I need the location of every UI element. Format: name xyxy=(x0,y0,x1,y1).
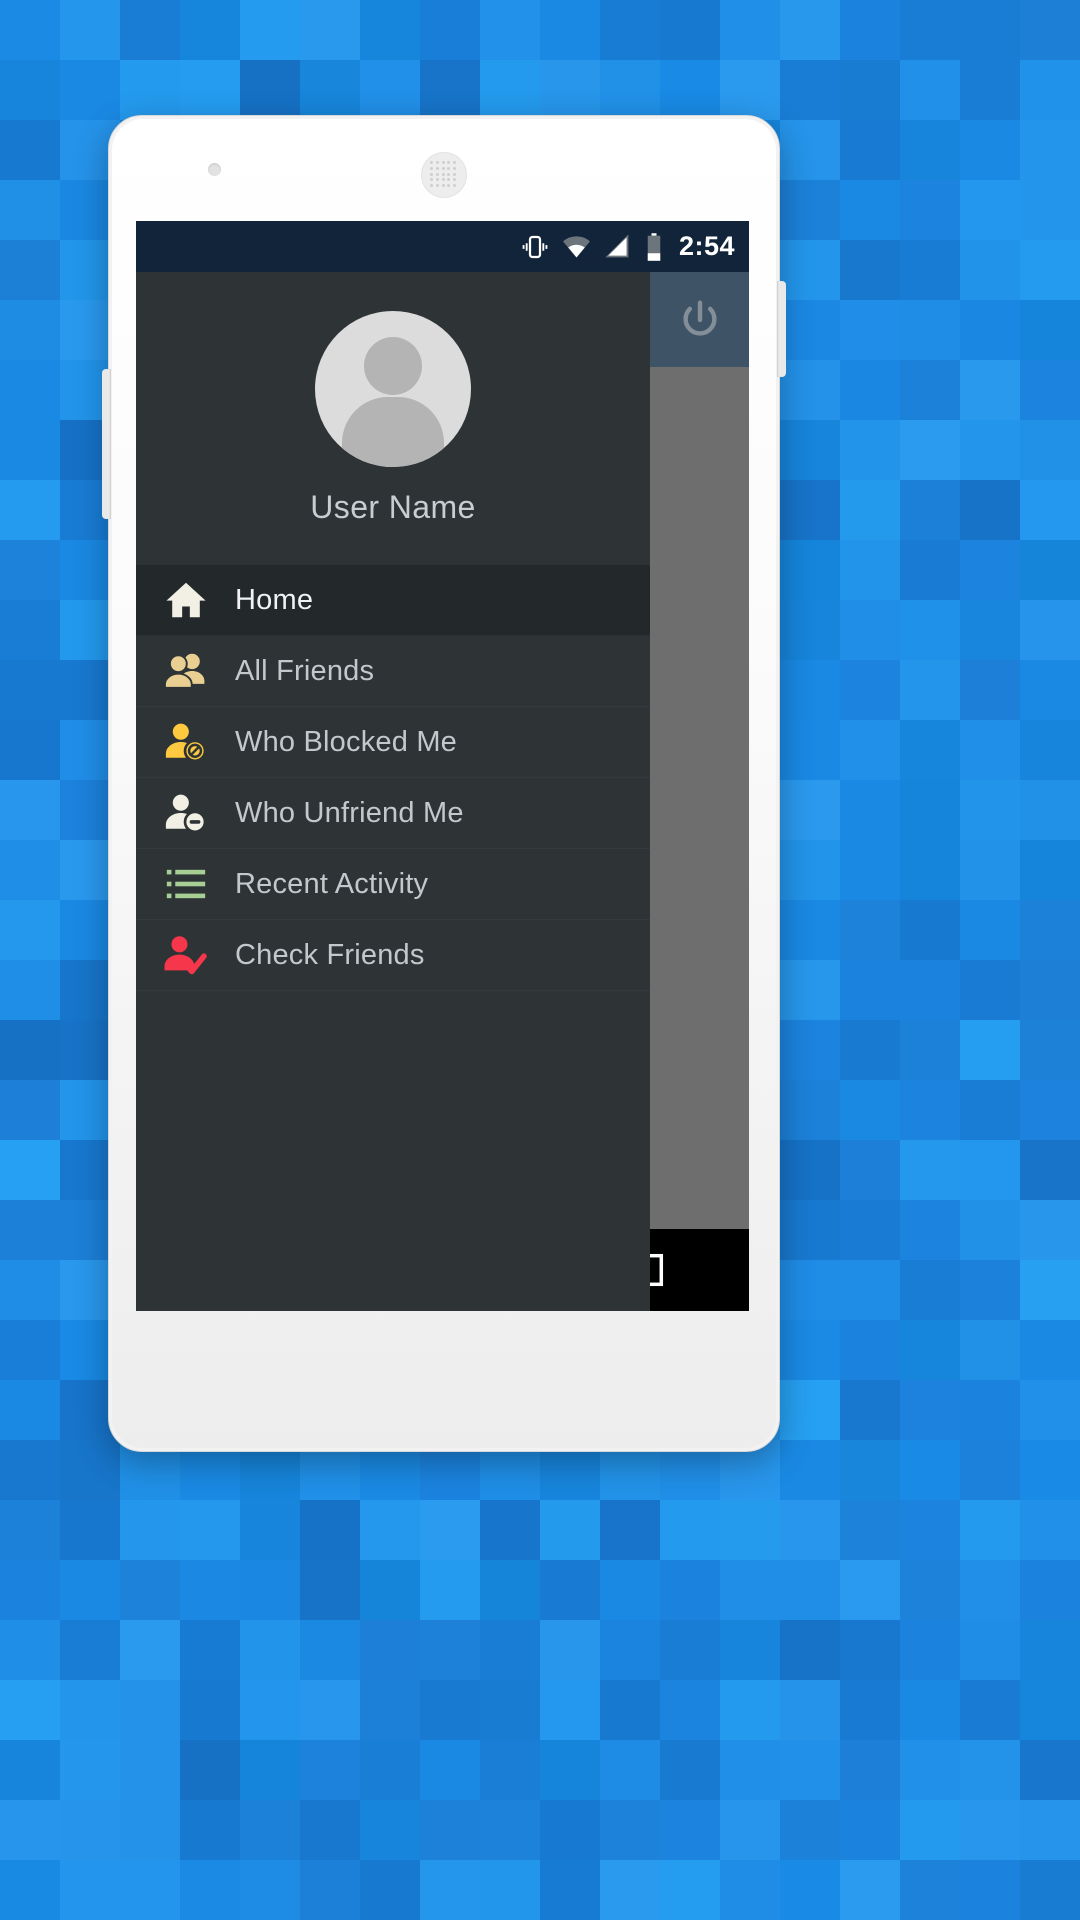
home-icon xyxy=(163,577,221,623)
menu-item-recent-activity[interactable]: Recent Activity xyxy=(136,849,650,920)
drawer-menu-list: Home All Friends Who Blocked Me Who Unfr… xyxy=(136,565,650,1311)
menu-item-label: Who Blocked Me xyxy=(235,725,457,758)
phone-device-frame: 2:54 User Name Home All Friends Who Bloc… xyxy=(102,115,786,1452)
avatar-body-shape xyxy=(342,397,444,467)
status-bar: 2:54 xyxy=(136,221,749,272)
all-friends-icon xyxy=(163,648,221,694)
menu-item-who-unfriend-me[interactable]: Who Unfriend Me xyxy=(136,778,650,849)
user-removed-icon xyxy=(163,790,221,836)
volume-button[interactable] xyxy=(102,369,111,519)
menu-item-all-friends[interactable]: All Friends xyxy=(136,636,650,707)
avatar-head-shape xyxy=(364,337,422,395)
user-check-icon xyxy=(163,932,221,978)
earpiece-speaker-icon xyxy=(421,152,467,198)
screen-content: User Name Home All Friends Who Blocked M… xyxy=(136,272,749,1311)
battery-icon xyxy=(643,232,665,262)
menu-item-check-friends[interactable]: Check Friends xyxy=(136,920,650,991)
menu-item-label: All Friends xyxy=(235,654,375,687)
wifi-icon xyxy=(561,231,592,262)
power-hardware-button[interactable] xyxy=(777,281,786,377)
navigation-drawer: User Name Home All Friends Who Blocked M… xyxy=(136,272,650,1311)
menu-item-who-blocked-me[interactable]: Who Blocked Me xyxy=(136,707,650,778)
menu-item-label: Recent Activity xyxy=(235,867,429,900)
user-name-label: User Name xyxy=(310,489,476,525)
menu-item-home[interactable]: Home xyxy=(136,565,650,636)
activity-list-icon xyxy=(163,861,221,907)
power-icon[interactable] xyxy=(677,297,723,343)
drawer-profile-header[interactable]: User Name xyxy=(136,272,650,565)
menu-item-label: Who Unfriend Me xyxy=(235,796,464,829)
vibrate-icon xyxy=(520,232,550,262)
phone-screen: 2:54 User Name Home All Friends Who Bloc… xyxy=(136,221,749,1311)
cell-signal-icon xyxy=(603,232,632,261)
user-blocked-icon xyxy=(163,719,221,765)
menu-item-label: Check Friends xyxy=(235,938,425,971)
proximity-sensor-icon xyxy=(208,163,221,176)
default-user-avatar[interactable] xyxy=(315,311,471,467)
menu-item-label: Home xyxy=(235,583,314,616)
status-bar-clock: 2:54 xyxy=(678,231,735,261)
